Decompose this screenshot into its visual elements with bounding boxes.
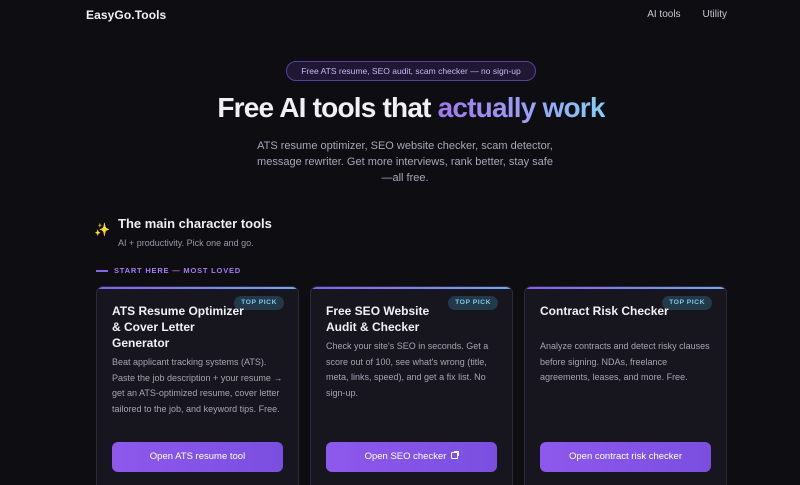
card-accent-bar bbox=[311, 287, 512, 289]
section-label-line bbox=[96, 270, 108, 272]
card-accent-bar bbox=[525, 287, 726, 289]
tool-card-contract: TOP PICK Contract Risk Checker Analyze c… bbox=[524, 286, 727, 485]
section-subtitle: AI + productivity. Pick one and go. bbox=[118, 238, 254, 248]
open-seo-button[interactable]: Open SEO checker bbox=[326, 442, 497, 472]
card-accent-bar bbox=[97, 287, 298, 289]
tool-card-ats: TOP PICK ATS Resume Optimizer & Cover Le… bbox=[96, 286, 299, 485]
card-title: Free SEO Website Audit & Checker bbox=[326, 304, 430, 334]
hero-pill: Free ATS resume, SEO audit, scam checker… bbox=[286, 61, 536, 81]
card-title: ATS Resume Optimizer & Cover Letter Gene… bbox=[112, 304, 244, 350]
sparkles-icon: ✨ bbox=[94, 222, 111, 237]
nav-link-ai-tools[interactable]: AI tools bbox=[647, 9, 680, 20]
hero-title-accent: actually work bbox=[437, 92, 606, 123]
top-nav: EasyGo.Tools AI tools Utility bbox=[0, 0, 800, 30]
brand-logo[interactable]: EasyGo.Tools bbox=[86, 8, 166, 22]
external-link-icon bbox=[451, 451, 460, 459]
card-title: Contract Risk Checker bbox=[540, 304, 669, 318]
hero-title-plain: Free AI tools that bbox=[217, 92, 438, 123]
hero-title: Free AI tools that actually work bbox=[0, 92, 800, 124]
open-ats-button[interactable]: Open ATS resume tool bbox=[112, 442, 283, 472]
open-contract-button[interactable]: Open contract risk checker bbox=[540, 442, 711, 472]
card-description: Beat applicant tracking systems (ATS). P… bbox=[112, 357, 283, 414]
hero-subtitle: ATS resume optimizer, SEO website checke… bbox=[257, 140, 553, 184]
card-description: Analyze contracts and detect risky claus… bbox=[540, 341, 710, 382]
nav-links: AI tools Utility bbox=[647, 9, 727, 20]
section-title: The main character tools bbox=[118, 216, 272, 231]
card-description: Check your site's SEO in seconds. Get a … bbox=[326, 341, 489, 398]
nav-link-utility[interactable]: Utility bbox=[703, 9, 727, 20]
tool-card-seo: TOP PICK Free SEO Website Audit & Checke… bbox=[310, 286, 513, 485]
button-label: Open SEO checker bbox=[364, 451, 447, 462]
section-label: START HERE — MOST LOVED bbox=[114, 266, 242, 275]
